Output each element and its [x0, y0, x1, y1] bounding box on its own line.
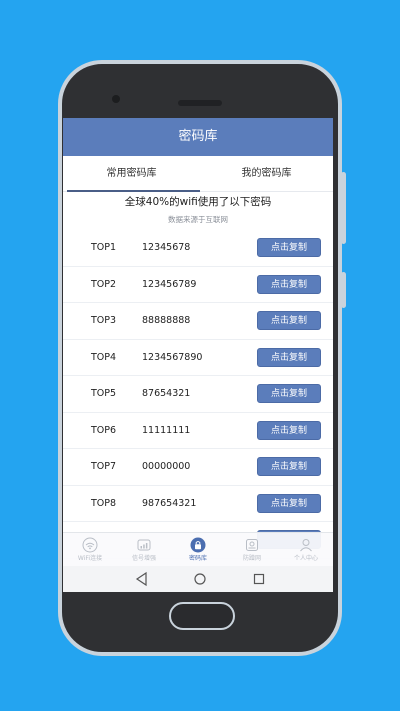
rank-label: TOP3 [91, 315, 117, 326]
list-item: TOP4 1234567890 点击复制 [63, 340, 333, 376]
password-value: 00000000 [142, 461, 191, 472]
list-item: TOP2 123456789 点击复制 [63, 267, 333, 303]
source-note: 数据来源于互联网 [168, 215, 228, 224]
bottom-tab-profile[interactable]: 个人中心 [279, 535, 333, 567]
system-nav-bar [63, 566, 333, 592]
bottom-tab-label: 个人中心 [293, 555, 318, 562]
bottom-tab-signal[interactable]: 信号增强 [117, 535, 171, 567]
app-screen: 密码库 常用密码库 我的密码库 全球40%的wifi使用了以下密码 数据来源于互… [63, 118, 333, 592]
home-icon[interactable] [190, 570, 210, 588]
password-value: 987654321 [142, 497, 197, 509]
bottom-tab-anti-leech[interactable]: 防蹭网 [225, 535, 279, 567]
bottom-tab-label: 防蹭网 [242, 555, 261, 562]
copy-button[interactable]: 点击复制 [257, 457, 321, 476]
password-value: 12345678 [142, 242, 191, 253]
app-header: 密码库 [63, 118, 333, 156]
list-item: TOP7 00000000 点击复制 [63, 449, 333, 486]
tab-my-passwords[interactable]: 我的密码库 [200, 156, 333, 191]
rank-label: TOP7 [91, 461, 117, 472]
volume-button [341, 172, 346, 244]
password-value: 123456789 [142, 278, 197, 290]
rank-label: TOP8 [91, 497, 117, 509]
list-item: TOP1 12345678 点击复制 [63, 230, 333, 267]
password-value: 1234567890 [142, 351, 203, 363]
list-item: TOP3 88888888 点击复制 [63, 303, 333, 340]
bottom-tab-password-library[interactable]: 密码库 [171, 535, 225, 567]
recent-apps-icon[interactable] [249, 570, 269, 588]
bottom-tab-label: 密码库 [188, 555, 207, 562]
list-item: TOP6 11111111 点击复制 [63, 413, 333, 449]
copy-button[interactable]: 点击复制 [257, 420, 321, 440]
tab-bar: 常用密码库 我的密码库 [63, 156, 333, 192]
router-icon [246, 539, 258, 551]
rank-label: TOP4 [91, 351, 117, 363]
list-item: TOP8 987654321 点击复制 [63, 486, 333, 522]
signal-icon [137, 539, 151, 551]
lock-icon [190, 537, 206, 553]
wifi-icon [82, 537, 98, 553]
list-item: TOP5 87654321 点击复制 [63, 376, 333, 413]
password-value: 11111111 [142, 424, 191, 436]
front-camera [112, 95, 120, 103]
copy-button[interactable]: 点击复制 [257, 347, 321, 367]
page-title: 密码库 [178, 129, 218, 144]
rank-label: TOP1 [91, 242, 117, 253]
bottom-tab-label: 信号增强 [131, 555, 156, 562]
rank-label: TOP5 [91, 388, 117, 399]
headline-text: 全球40%的wifi使用了以下密码 [124, 196, 272, 208]
bottom-tab-wifi[interactable]: WiFi连接 [63, 535, 117, 567]
person-icon [300, 539, 312, 552]
bottom-tab-label: WiFi连接 [77, 555, 103, 562]
back-icon[interactable] [132, 570, 152, 588]
rank-label: TOP6 [91, 424, 117, 436]
password-value: 87654321 [142, 388, 191, 399]
password-value: 88888888 [142, 315, 191, 326]
copy-button[interactable]: 点击复制 [257, 384, 321, 403]
copy-button[interactable]: 点击复制 [257, 238, 321, 257]
rank-label: TOP2 [91, 278, 117, 290]
copy-button[interactable]: 点击复制 [257, 274, 321, 294]
power-button [341, 272, 346, 308]
tab-common-passwords[interactable]: 常用密码库 [63, 156, 200, 192]
copy-button[interactable]: 点击复制 [257, 493, 321, 513]
earpiece [178, 100, 222, 106]
bottom-tab-bar: WiFi连接 信号增强 密码库 防蹭网 个人中心 [63, 532, 333, 567]
password-list: TOP1 12345678 点击复制 TOP2 123456789 点击复制 T… [63, 230, 333, 559]
copy-button[interactable]: 点击复制 [257, 311, 321, 330]
home-button[interactable] [169, 602, 235, 630]
